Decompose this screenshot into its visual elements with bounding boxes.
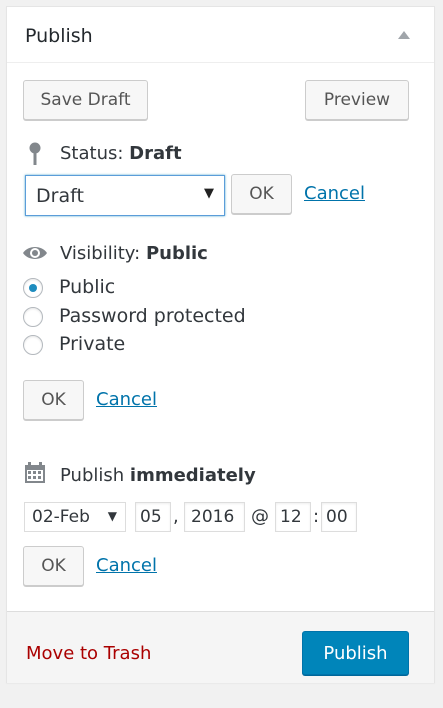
- eye-icon: [23, 247, 47, 259]
- calendar-icon: [25, 462, 45, 483]
- status-select-value: Draft: [36, 185, 84, 207]
- status-label: Status:: [60, 143, 124, 164]
- time-separator: :: [313, 506, 320, 527]
- radio-public[interactable]: [23, 278, 43, 298]
- month-select[interactable]: 02-Feb ▼: [24, 502, 126, 532]
- month-value: 02-Feb: [32, 507, 90, 527]
- status-cancel-link[interactable]: Cancel: [304, 183, 365, 204]
- panel-title: Publish: [25, 25, 93, 47]
- radio-private-label: Private: [59, 333, 126, 355]
- at-separator: @: [251, 506, 269, 527]
- radio-public-label: Public: [59, 276, 116, 298]
- panel-footer: Move to Trash Publish: [7, 611, 434, 683]
- publish-button[interactable]: Publish: [302, 631, 409, 675]
- pin-icon: [29, 142, 41, 165]
- preview-button[interactable]: Preview: [305, 80, 409, 120]
- chevron-down-icon: ▼: [107, 509, 117, 523]
- schedule-value: immediately: [129, 465, 256, 486]
- visibility-ok-button[interactable]: OK: [23, 380, 84, 420]
- collapse-toggle-icon[interactable]: [398, 31, 410, 39]
- radio-password-label: Password protected: [59, 305, 246, 327]
- panel-header[interactable]: Publish: [7, 7, 434, 63]
- date-separator: ,: [173, 506, 179, 527]
- status-row: Status: Draft: [60, 143, 182, 164]
- visibility-row: Visibility: Public: [60, 243, 208, 264]
- chevron-down-icon: ▼: [204, 186, 214, 201]
- status-select[interactable]: Draft ▼: [25, 175, 225, 216]
- day-input[interactable]: 05: [135, 502, 171, 532]
- visibility-cancel-link[interactable]: Cancel: [96, 389, 157, 410]
- schedule-ok-button[interactable]: OK: [23, 546, 84, 586]
- hour-input[interactable]: 12: [275, 502, 311, 532]
- status-ok-button[interactable]: OK: [231, 174, 292, 214]
- save-draft-button[interactable]: Save Draft: [23, 80, 148, 120]
- radio-password[interactable]: [23, 307, 43, 327]
- schedule-cancel-link[interactable]: Cancel: [96, 555, 157, 576]
- year-input[interactable]: 2016: [184, 502, 245, 532]
- schedule-label: Publish: [60, 465, 125, 486]
- visibility-label: Visibility:: [60, 243, 141, 264]
- visibility-value: Public: [145, 243, 208, 264]
- publish-panel: Publish Save Draft Preview Status: Draft…: [6, 6, 435, 683]
- schedule-row: Publish immediately: [60, 465, 256, 486]
- status-value: Draft: [129, 143, 182, 164]
- minute-input[interactable]: 00: [321, 502, 357, 532]
- move-to-trash-link[interactable]: Move to Trash: [26, 643, 151, 664]
- radio-private[interactable]: [23, 335, 43, 355]
